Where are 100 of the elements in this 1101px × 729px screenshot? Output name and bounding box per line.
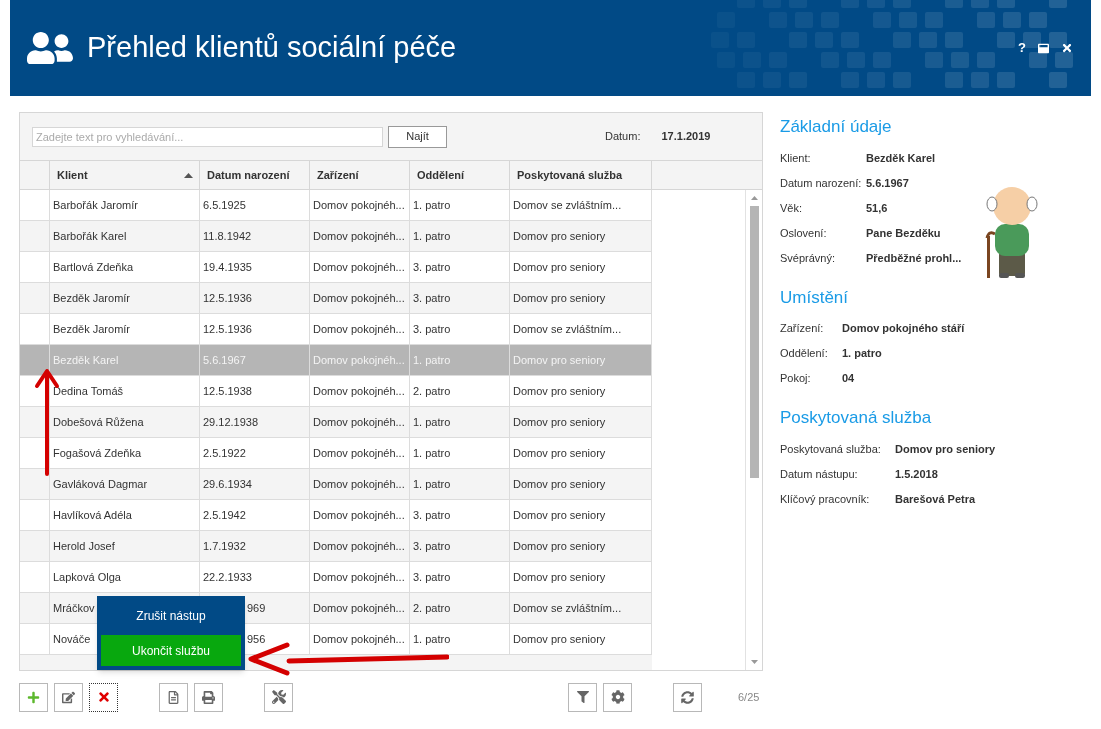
field-value: 1. patro (842, 346, 882, 362)
table-cell-text: 1.7.1932 (203, 538, 246, 554)
column-header[interactable]: Zařízení (310, 161, 410, 189)
field-label: Klient: (780, 150, 812, 166)
find-button[interactable]: Najít (388, 125, 447, 148)
table-cell-text: 2. patro (413, 383, 451, 399)
table-cell-text: 1. patro (413, 352, 451, 368)
table-cell-text: Domov pokojnéh... (313, 414, 405, 430)
close-icon[interactable] (1061, 42, 1073, 54)
table-cell-text: Domov pokojnéh... (313, 228, 405, 244)
menu-item[interactable]: Zrušit nástup (99, 598, 243, 633)
column-header[interactable]: Poskytovaná služba (510, 161, 652, 189)
table-cell-text: Domov pokojnéh... (313, 476, 405, 492)
table-cell-text: 2.5.1922 (203, 445, 246, 461)
print-button[interactable] (194, 682, 223, 712)
table-row[interactable]: Bartlová Zdeňka 19.4.1935 Domov pokojnéh... 3. patro Domov pro seniory (20, 252, 652, 283)
date-label: Datum: (605, 129, 641, 145)
table-cell-text: Dobešová Růžena (53, 414, 144, 430)
field-label: Datum nástupu: (780, 466, 859, 482)
table-cell-text: Domov pokojnéh... (313, 197, 405, 213)
field-value: 1.5.2018 (895, 466, 938, 482)
table-cell-text: 12.5.1938 (203, 383, 252, 399)
table-cell-text: 3. patro (413, 538, 451, 554)
table-cell-text: 3. patro (413, 290, 451, 306)
table-row[interactable]: Barbořák Jaromír 6.5.1925 Domov pokojnéh... 1. patro Domov se zvláštním... (20, 190, 652, 221)
table-cell-text: 19.4.1935 (203, 259, 252, 275)
tools-button[interactable] (264, 682, 293, 712)
table-row[interactable]: Bezděk Jaromír 12.5.1936 Domov pokojnéh... 3. patro Domov pro seniory (20, 283, 652, 314)
column-header[interactable]: Datum narození (200, 161, 310, 189)
table-row[interactable]: Dedina Tomáš 12.5.1938 Domov pokojnéh... 2. patro Domov pro seniory (20, 376, 652, 407)
table-cell-text: Bezděk Jaromír (53, 321, 131, 337)
table-cell-text: Domov pro seniory (513, 383, 606, 399)
document-button[interactable] (159, 682, 188, 712)
table-cell-text: Barbořák Karel (53, 228, 127, 244)
table-cell-text: 29.12.1938 (203, 414, 259, 430)
table-cell-text: 3. patro (413, 259, 451, 275)
field-value: Domov pokojného stáří (842, 321, 965, 337)
refresh-button[interactable] (673, 682, 702, 712)
table-cell-text: Fogašová Zdeňka (53, 445, 142, 461)
settings-button[interactable] (603, 682, 632, 712)
table-cell-text: Domov pro seniory (513, 631, 606, 647)
table-cell-text: 12.5.1936 (203, 321, 252, 337)
scrollbar[interactable] (745, 190, 762, 670)
column-header[interactable]: Oddělení (410, 161, 510, 189)
table-cell-text: Domov pro seniory (513, 290, 606, 306)
field-value: 5.6.1967 (866, 175, 909, 191)
scroll-up-icon[interactable] (750, 196, 758, 200)
date-value: 17.1.2019 (661, 129, 711, 145)
table-row[interactable]: Dobešová Růžena 29.12.1938 Domov pokojnéh... 1. patro Domov pro seniory (20, 407, 652, 438)
filter-icon (576, 691, 589, 703)
table-row[interactable]: Herold Josef 1.7.1932 Domov pokojnéh... 3. patro Domov pro seniory (20, 531, 652, 562)
help-button[interactable]: ? (1018, 38, 1026, 58)
table-cell-text: Domov pro seniory (513, 569, 606, 585)
table-row[interactable]: Lapková Olga 22.2.1933 Domov pokojnéh... 3. patro Domov pro seniory (20, 562, 652, 593)
table-row[interactable]: Barbořák Karel 11.8.1942 Domov pokojnéh... 1. patro Domov pro seniory (20, 221, 652, 252)
search-field[interactable]: Zadejte text pro vyhledávání... (32, 126, 383, 147)
table-cell-text: Bezděk Jaromír (53, 290, 131, 306)
table-cell-text: Domov pro seniory (513, 476, 606, 492)
table-cell-text: Domov pokojnéh... (313, 538, 405, 554)
field-label: Oddělení: (780, 346, 829, 362)
table-cell-text: Domov se zvláštním... (513, 197, 622, 213)
table-cell-text: Domov pokojnéh... (313, 631, 405, 647)
table-cell-text: 1. patro (413, 631, 451, 647)
table-row[interactable]: Fogašová Zdeňka 2.5.1922 Domov pokojnéh... 1. patro Domov pro seniory (20, 438, 652, 469)
delete-button[interactable] (89, 682, 118, 712)
table-cell-text: Domov pro seniory (513, 352, 606, 368)
maximize-icon[interactable] (1038, 42, 1049, 54)
scroll-thumb[interactable] (749, 206, 759, 478)
table-cell-text: 969 (247, 600, 266, 616)
plus-icon (27, 690, 40, 704)
table-cell-text: Dedina Tomáš (53, 383, 124, 399)
field-value: Bezděk Karel (866, 150, 936, 166)
table-cell-text: Nováče (53, 631, 91, 647)
table-cell-text: 1. patro (413, 476, 451, 492)
field-label: Pokoj: (780, 371, 812, 387)
table-cell-text: 12.5.1936 (203, 290, 252, 306)
table-row[interactable]: Gavláková Dagmar 29.6.1934 Domov pokojnéh... 1. patro Domov pro seniory (20, 469, 652, 500)
table-cell-text: Domov pokojnéh... (313, 569, 405, 585)
table-row[interactable]: Havlíková Adéla 2.5.1942 Domov pokojnéh... 3. patro Domov pro seniory (20, 500, 652, 531)
tools-icon (271, 690, 286, 704)
table-cell-text: 1. patro (413, 414, 451, 430)
table-cell-text: Gavláková Dagmar (53, 476, 148, 492)
filter-button[interactable] (568, 682, 597, 712)
field-value: Barešová Petra (895, 491, 976, 507)
field-label: Datum narození: (780, 175, 863, 191)
table-row[interactable]: Bezděk Jaromír 12.5.1936 Domov pokojnéh... 3. patro Domov se zvláštním... (20, 314, 652, 345)
field-label: Oslovení: (780, 225, 828, 241)
scroll-down-icon[interactable] (750, 660, 758, 664)
table-cell-text: 2.5.1942 (203, 507, 246, 523)
table-cell-text: Domov pro seniory (513, 414, 606, 430)
table-cell-text: Domov pokojnéh... (313, 290, 405, 306)
field-label: Zařízení: (780, 321, 825, 337)
edit-button[interactable] (54, 682, 83, 712)
refresh-icon (681, 690, 694, 704)
table-cell-text: Domov pokojnéh... (313, 352, 405, 368)
window-title: Přehled klientů sociální péče (87, 30, 457, 66)
table-cell-text: Bartlová Zdeňka (53, 259, 134, 275)
field-label: Věk: (780, 200, 803, 216)
table-cell-text: Domov pokojnéh... (313, 259, 405, 275)
column-header[interactable]: Klient (50, 161, 200, 189)
